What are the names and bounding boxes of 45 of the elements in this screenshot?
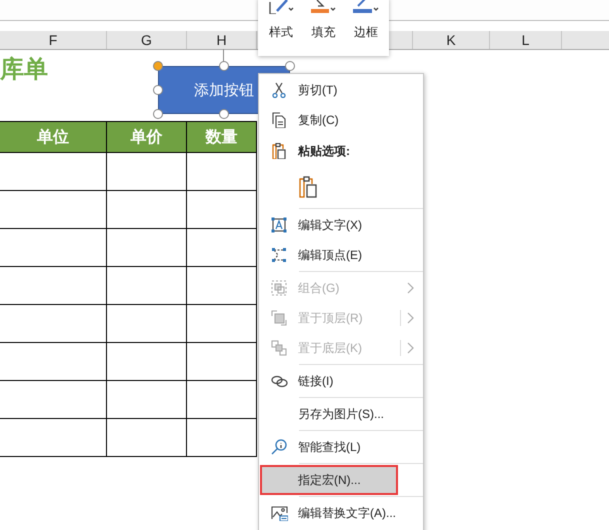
table-header: 单价 [107,122,187,152]
table-header: 数量 [187,122,257,152]
resize-handle[interactable] [153,109,163,119]
table-header: 单位 [0,122,107,152]
column-header[interactable]: K [446,31,456,49]
toolbar-button[interactable]: 填充 [303,0,344,56]
brush-icon [267,0,296,14]
clipboard-icon [271,143,287,159]
link-icon [270,373,288,389]
pen-icon [352,0,380,14]
menu-item: 置于顶层(R) [260,303,422,333]
text-box-icon [270,217,288,233]
paste-option-button[interactable] [298,176,318,198]
column-header[interactable]: H [216,31,227,49]
menu-item[interactable]: 链接(I) [260,366,422,396]
menu-item[interactable]: 智能查找(L) [260,432,422,462]
copy-icon [270,112,288,128]
picture-icon [270,505,288,521]
sheet-title: 库单 [0,55,48,85]
menu-item[interactable]: 编辑顶点(E) [260,240,422,270]
menu-item[interactable]: 指定宏(N)... [260,465,398,495]
toolbar-button[interactable]: 边框 [346,0,386,56]
clipboard-icon [298,176,318,198]
resize-handle[interactable] [153,85,163,95]
menu-heading: 粘贴选项: [298,142,350,160]
menu-item[interactable]: 编辑文字(X) [260,210,422,240]
paint-bucket-icon [309,0,338,14]
column-header[interactable]: G [141,31,152,49]
search-icon [270,439,288,455]
resize-handle[interactable] [219,61,229,71]
menu-item[interactable]: 另存为图片(S)... [260,399,422,429]
menu-item: 组合(G) [260,273,422,303]
resize-handle[interactable] [219,109,229,119]
column-header[interactable]: F [48,31,58,49]
bring-front-icon [270,310,288,326]
menu-item: 置于底层(K) [260,333,422,363]
scissors-icon [270,82,288,98]
resize-handle[interactable] [285,61,295,71]
points-icon [270,247,288,263]
column-header[interactable]: L [522,31,530,49]
send-back-icon [270,340,288,356]
resize-handle[interactable] [153,61,163,71]
toolbar-button[interactable]: 样式 [261,0,302,56]
menu-item[interactable]: 编辑替换文字(A)... [260,498,422,528]
group-icon [270,280,288,296]
